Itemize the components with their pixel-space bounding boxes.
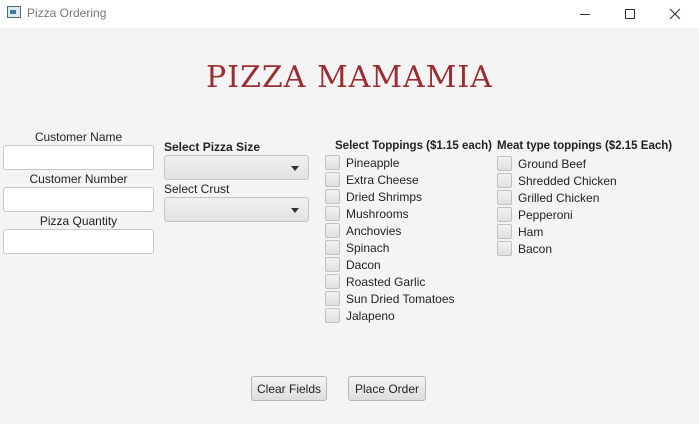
meat-topping-label: Ham — [518, 224, 544, 239]
meat-toppings-heading: Meat type toppings ($2.15 Each) — [497, 140, 673, 152]
maximize-button[interactable] — [607, 0, 653, 28]
topping-label: Spinach — [346, 240, 390, 255]
customer-number-label: Customer Number — [29, 172, 128, 186]
topping-checkbox[interactable]: Anchovies — [325, 222, 401, 239]
checkbox-box[interactable] — [325, 189, 340, 204]
topping-label: Pineapple — [346, 155, 400, 170]
checkbox-box[interactable] — [325, 223, 340, 238]
checkbox-box[interactable] — [325, 257, 340, 272]
topping-label: Jalapeno — [346, 308, 395, 323]
chevron-down-icon — [291, 166, 299, 171]
meat-topping-checkbox[interactable]: Ground Beef — [497, 155, 586, 172]
title-bar: Pizza Ordering — [0, 0, 699, 28]
pizza-size-select[interactable] — [164, 155, 309, 180]
chevron-down-icon — [291, 208, 299, 213]
topping-label: Mushrooms — [346, 206, 409, 221]
meat-topping-label: Pepperoni — [518, 207, 573, 222]
checkbox-box[interactable] — [497, 173, 512, 188]
checkbox-box[interactable] — [497, 207, 512, 222]
topping-label: Anchovies — [346, 223, 402, 238]
pizza-quantity-label: Pizza Quantity — [39, 214, 118, 228]
topping-checkbox[interactable]: Pineapple — [325, 154, 399, 171]
window-title: Pizza Ordering — [27, 6, 107, 20]
crust-select[interactable] — [164, 197, 309, 222]
topping-label: Extra Cheese — [346, 172, 419, 187]
checkbox-box[interactable] — [325, 172, 340, 187]
clear-fields-button[interactable]: Clear Fields — [251, 376, 327, 401]
topping-label: Sun Dried Tomatoes — [346, 291, 455, 306]
topping-checkbox[interactable]: Mushrooms — [325, 205, 409, 222]
topping-label: Dried Shrimps — [346, 189, 423, 204]
pizza-size-label: Select Pizza Size — [164, 140, 261, 154]
topping-checkbox[interactable]: Jalapeno — [325, 307, 395, 324]
customer-name-input[interactable] — [3, 145, 154, 170]
pizza-quantity-input[interactable] — [3, 229, 154, 254]
meat-topping-checkbox[interactable]: Ham — [497, 223, 543, 240]
meat-topping-checkbox[interactable]: Bacon — [497, 240, 552, 257]
checkbox-box[interactable] — [325, 155, 340, 170]
meat-topping-label: Ground Beef — [518, 156, 587, 171]
crust-label: Select Crust — [164, 182, 230, 196]
close-button[interactable] — [652, 0, 698, 28]
close-icon — [669, 8, 681, 20]
topping-checkbox[interactable]: Spinach — [325, 239, 389, 256]
customer-number-input[interactable] — [3, 187, 154, 212]
minimize-button[interactable] — [562, 0, 608, 28]
meat-topping-label: Grilled Chicken — [518, 190, 600, 205]
meat-topping-checkbox[interactable]: Shredded Chicken — [497, 172, 617, 189]
checkbox-box[interactable] — [497, 156, 512, 171]
checkbox-box[interactable] — [325, 308, 340, 323]
checkbox-box[interactable] — [497, 241, 512, 256]
topping-checkbox[interactable]: Dried Shrimps — [325, 188, 422, 205]
checkbox-box[interactable] — [325, 240, 340, 255]
app-window-icon — [7, 6, 21, 18]
topping-label: Dacon — [346, 257, 381, 272]
topping-checkbox[interactable]: Sun Dried Tomatoes — [325, 290, 455, 307]
meat-topping-checkbox[interactable]: Pepperoni — [497, 206, 573, 223]
checkbox-box[interactable] — [497, 190, 512, 205]
maximize-icon — [625, 9, 635, 19]
meat-topping-label: Shredded Chicken — [518, 173, 617, 188]
meat-topping-checkbox[interactable]: Grilled Chicken — [497, 189, 599, 206]
checkbox-box[interactable] — [325, 291, 340, 306]
checkbox-box[interactable] — [325, 274, 340, 289]
topping-checkbox[interactable]: Roasted Garlic — [325, 273, 425, 290]
place-order-button[interactable]: Place Order — [348, 376, 426, 401]
meat-topping-label: Bacon — [518, 241, 553, 256]
minimize-icon — [580, 13, 590, 15]
customer-name-label: Customer Name — [34, 130, 123, 144]
topping-checkbox[interactable]: Dacon — [325, 256, 381, 273]
checkbox-box[interactable] — [497, 224, 512, 239]
page-title: PIZZA MAMAMIA — [206, 60, 493, 95]
topping-checkbox[interactable]: Extra Cheese — [325, 171, 419, 188]
toppings-heading: Select Toppings ($1.15 each) — [335, 140, 493, 152]
checkbox-box[interactable] — [325, 206, 340, 221]
topping-label: Roasted Garlic — [346, 274, 426, 289]
